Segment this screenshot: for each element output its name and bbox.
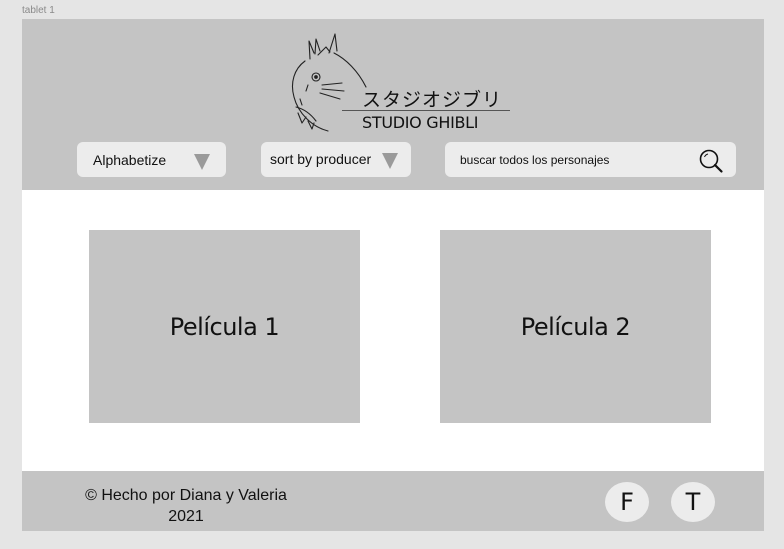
footer-credit-line: © Hecho por Diana y Valeria [85,487,287,504]
triangle-down-icon [194,154,210,170]
search-icon[interactable] [698,148,724,174]
header: スタジオジブリ STUDIO GHIBLI Alphabetize sort b… [22,19,764,190]
alphabetize-dropdown[interactable]: Alphabetize [77,142,226,177]
studio-ghibli-logo: スタジオジブリ STUDIO GHIBLI [272,25,522,137]
tablet-frame: スタジオジブリ STUDIO GHIBLI Alphabetize sort b… [22,19,764,531]
film-card-title: Película 2 [520,312,631,341]
frame-label: tablet 1 [22,5,55,16]
triangle-down-icon [382,153,398,169]
footer-year: 2021 [168,508,204,525]
film-card-1[interactable]: Película 1 [89,230,360,423]
footer: © Hecho por Diana y Valeria 2021 F T [22,471,764,531]
film-card-2[interactable]: Película 2 [440,230,711,423]
search-input[interactable]: buscar todos los personajes [460,153,609,167]
footer-credit: © Hecho por Diana y Valeria 2021 [58,485,314,527]
sort-by-producer-label: sort by producer [270,151,372,167]
film-card-title: Película 1 [169,312,280,341]
alphabetize-label: Alphabetize [93,152,167,168]
logo-divider [342,110,510,111]
sort-by-producer-dropdown[interactable]: sort by producer [261,142,411,177]
facebook-button[interactable]: F [605,482,649,522]
twitter-label: T [685,488,701,516]
facebook-label: F [620,488,634,516]
logo-japanese-text: スタジオジブリ [362,89,503,111]
twitter-button[interactable]: T [671,482,715,522]
logo-english-text: STUDIO GHIBLI [362,113,479,132]
search-bar[interactable]: buscar todos los personajes [445,142,736,177]
